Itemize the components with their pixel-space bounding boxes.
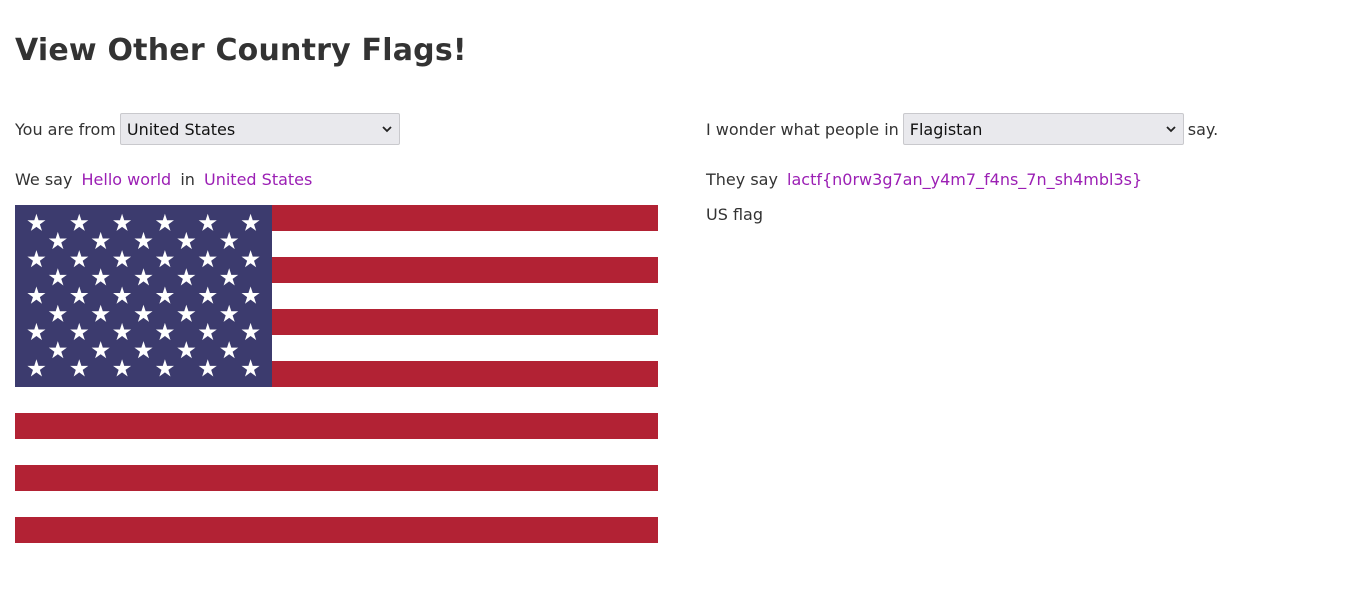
origin-country-value: United States	[126, 119, 236, 139]
flag-red-stripe	[15, 413, 658, 439]
target-label-after: say.	[1187, 119, 1219, 139]
broken-flag-image: US flag	[706, 205, 763, 224]
flag-red-stripe	[15, 465, 658, 491]
origin-country-row: You are from United States	[15, 112, 404, 146]
origin-greeting-line: We say Hello world in United States	[15, 170, 316, 189]
phrase-link[interactable]: lactf{n0rw3g7an_y4m7_f4ns_7n_sh4mbl3s}	[787, 170, 1142, 189]
target-label-before: I wonder what people in	[706, 119, 899, 139]
flag-red-stripe	[15, 517, 658, 543]
chevron-down-icon	[382, 126, 392, 133]
page-title: View Other Country Flags!	[15, 33, 467, 68]
greeting-link[interactable]: Hello world	[82, 170, 172, 189]
us-flag-image	[15, 205, 658, 543]
target-country-select[interactable]: Flagistan	[902, 113, 1184, 145]
they-say-prefix: They say	[706, 170, 778, 189]
country-link[interactable]: United States	[204, 170, 312, 189]
origin-label: You are from	[15, 119, 116, 139]
page: View Other Country Flags! You are from U…	[0, 0, 1361, 609]
in-word: in	[180, 170, 195, 189]
target-country-row: I wonder what people in Flagistan say.	[706, 112, 1218, 146]
target-country-value: Flagistan	[909, 119, 983, 139]
chevron-down-icon	[1166, 126, 1176, 133]
target-greeting-line: They say lactf{n0rw3g7an_y4m7_f4ns_7n_sh…	[706, 170, 1146, 189]
origin-country-select[interactable]: United States	[119, 113, 400, 145]
say-prefix: We say	[15, 170, 73, 189]
